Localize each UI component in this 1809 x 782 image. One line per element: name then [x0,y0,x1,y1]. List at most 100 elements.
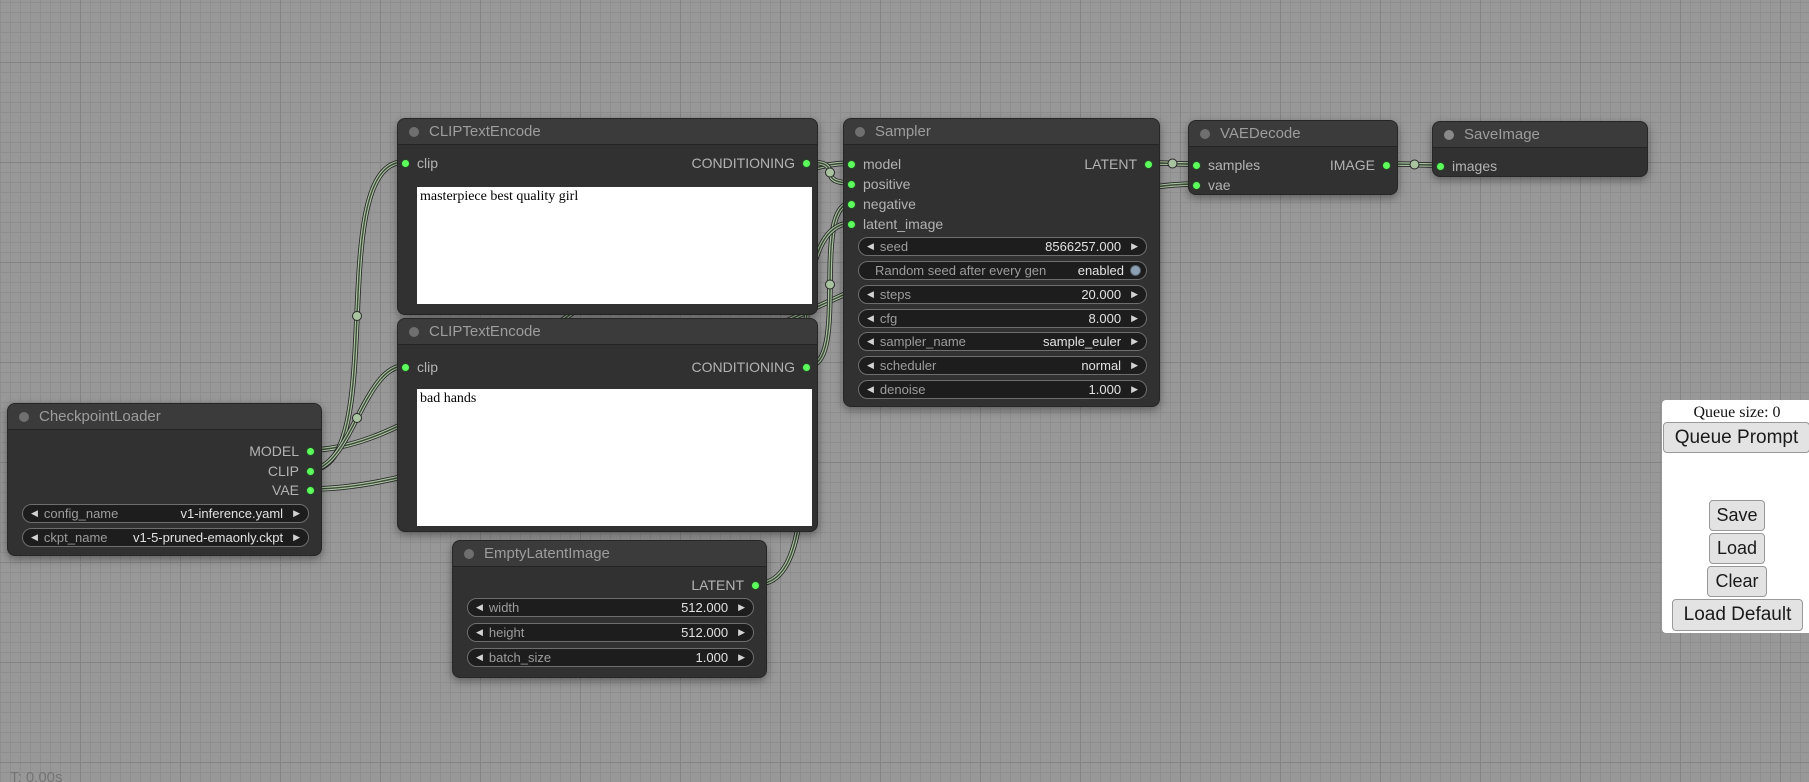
load-default-button[interactable]: Load Default [1672,599,1803,631]
widget-value[interactable]: v1-5-pruned-emaonly.ckpt [133,530,283,545]
increment-arrow-icon[interactable]: ▶ [1121,333,1146,350]
widget-height[interactable]: ◀ height 512.000 ▶ [467,623,754,642]
node-status-dot-icon[interactable] [409,127,419,137]
node-status-dot-icon[interactable] [464,549,474,559]
decrement-arrow-icon[interactable]: ◀ [468,624,483,641]
widget-value[interactable]: 1.000 [1089,382,1122,397]
input-dot-icon[interactable] [1192,161,1201,170]
widget-config-name[interactable]: ◀ config_name v1-inference.yaml ▶ [22,504,309,523]
clear-button[interactable]: Clear [1707,566,1767,597]
widget-value[interactable]: 512.000 [681,600,728,615]
node-title-bar[interactable]: EmptyLatentImage [453,541,766,567]
input-slot-clip[interactable]: clip [401,357,438,377]
widget-cfg[interactable]: ◀ cfg 8.000 ▶ [858,309,1147,328]
increment-arrow-icon[interactable]: ▶ [728,624,753,641]
increment-arrow-icon[interactable]: ▶ [283,529,308,546]
node-title-bar[interactable]: CLIPTextEncode [398,319,817,345]
output-dot-icon[interactable] [802,363,811,372]
widget-ckpt-name[interactable]: ◀ ckpt_name v1-5-pruned-emaonly.ckpt ▶ [22,528,309,547]
node-title-bar[interactable]: Sampler [844,119,1159,145]
node-clip-text-encode-positive[interactable]: CLIPTextEncode clip CONDITIONING masterp… [397,118,818,315]
node-title-bar[interactable]: VAEDecode [1189,121,1397,147]
decrement-arrow-icon[interactable]: ◀ [23,505,38,522]
decrement-arrow-icon[interactable]: ◀ [468,599,483,616]
input-dot-icon[interactable] [401,363,410,372]
widget-width[interactable]: ◀ width 512.000 ▶ [467,598,754,617]
node-empty-latent-image[interactable]: EmptyLatentImage LATENT ◀ width 512.000 … [452,540,767,678]
widget-steps[interactable]: ◀ steps 20.000 ▶ [858,285,1147,304]
widget-value[interactable]: normal [1081,358,1121,373]
increment-arrow-icon[interactable]: ▶ [1121,286,1146,303]
node-sampler[interactable]: Sampler model positive negative latent_i… [843,118,1160,407]
input-slot-model[interactable]: model [847,154,901,174]
increment-arrow-icon[interactable]: ▶ [1121,357,1146,374]
output-slot-image[interactable]: IMAGE [1330,155,1391,175]
increment-arrow-icon[interactable]: ▶ [1121,238,1146,255]
input-dot-icon[interactable] [847,220,856,229]
decrement-arrow-icon[interactable]: ◀ [23,529,38,546]
decrement-arrow-icon[interactable]: ◀ [859,381,874,398]
queue-prompt-button[interactable]: Queue Prompt [1663,422,1809,453]
output-slot-latent[interactable]: LATENT [1084,154,1153,174]
input-slot-vae[interactable]: vae [1192,175,1231,195]
widget-scheduler[interactable]: ◀ scheduler normal ▶ [858,356,1147,375]
toggle-circle-icon[interactable] [1130,265,1141,276]
input-slot-latent-image[interactable]: latent_image [847,214,943,234]
increment-arrow-icon[interactable]: ▶ [1121,310,1146,327]
widget-value[interactable]: 512.000 [681,625,728,640]
input-slot-positive[interactable]: positive [847,174,910,194]
node-title-bar[interactable]: CheckpointLoader [8,404,321,430]
load-button[interactable]: Load [1709,533,1765,564]
output-slot-model[interactable]: MODEL [249,441,315,461]
node-vae-decode[interactable]: VAEDecode samples vae IMAGE [1188,120,1398,195]
input-slot-samples[interactable]: samples [1192,155,1260,175]
output-slot-latent[interactable]: LATENT [691,575,760,595]
output-slot-clip[interactable]: CLIP [268,461,315,481]
input-slot-images[interactable]: images [1436,156,1497,176]
widget-value[interactable]: 20.000 [1081,287,1121,302]
decrement-arrow-icon[interactable]: ◀ [859,286,874,303]
node-status-dot-icon[interactable] [1444,130,1454,140]
widget-random-seed-toggle[interactable]: Random seed after every gen enabled [858,261,1147,280]
input-dot-icon[interactable] [847,200,856,209]
decrement-arrow-icon[interactable]: ◀ [859,238,874,255]
input-dot-icon[interactable] [1192,181,1201,190]
graph-canvas[interactable]: T: 0.00s CheckpointLoader MODEL CLIP VAE… [0,0,1809,782]
input-dot-icon[interactable] [1436,162,1445,171]
input-slot-negative[interactable]: negative [847,194,916,214]
output-dot-icon[interactable] [306,447,315,456]
node-checkpoint-loader[interactable]: CheckpointLoader MODEL CLIP VAE ◀ config… [7,403,322,556]
output-dot-icon[interactable] [1144,160,1153,169]
output-dot-icon[interactable] [306,467,315,476]
output-dot-icon[interactable] [802,159,811,168]
node-status-dot-icon[interactable] [855,127,865,137]
prompt-textarea[interactable]: bad hands [417,389,812,526]
node-title-bar[interactable]: SaveImage [1433,122,1647,148]
widget-sampler-name[interactable]: ◀ sampler_name sample_euler ▶ [858,332,1147,351]
output-dot-icon[interactable] [306,486,315,495]
node-status-dot-icon[interactable] [19,412,29,422]
decrement-arrow-icon[interactable]: ◀ [468,649,483,666]
increment-arrow-icon[interactable]: ▶ [728,599,753,616]
increment-arrow-icon[interactable]: ▶ [1121,381,1146,398]
widget-batch-size[interactable]: ◀ batch_size 1.000 ▶ [467,648,754,667]
input-slot-clip[interactable]: clip [401,153,438,173]
output-dot-icon[interactable] [751,581,760,590]
prompt-textarea[interactable]: masterpiece best quality girl [417,187,812,304]
decrement-arrow-icon[interactable]: ◀ [859,310,874,327]
node-save-image[interactable]: SaveImage images [1432,121,1648,177]
output-slot-conditioning[interactable]: CONDITIONING [692,357,811,377]
widget-value[interactable]: 1.000 [696,650,729,665]
widget-value[interactable]: 8.000 [1089,311,1122,326]
decrement-arrow-icon[interactable]: ◀ [859,357,874,374]
input-dot-icon[interactable] [847,180,856,189]
input-dot-icon[interactable] [401,159,410,168]
increment-arrow-icon[interactable]: ▶ [728,649,753,666]
input-dot-icon[interactable] [847,160,856,169]
output-slot-vae[interactable]: VAE [272,480,315,500]
output-dot-icon[interactable] [1382,161,1391,170]
increment-arrow-icon[interactable]: ▶ [283,505,308,522]
widget-value[interactable]: v1-inference.yaml [180,506,283,521]
node-status-dot-icon[interactable] [409,327,419,337]
decrement-arrow-icon[interactable]: ◀ [859,333,874,350]
